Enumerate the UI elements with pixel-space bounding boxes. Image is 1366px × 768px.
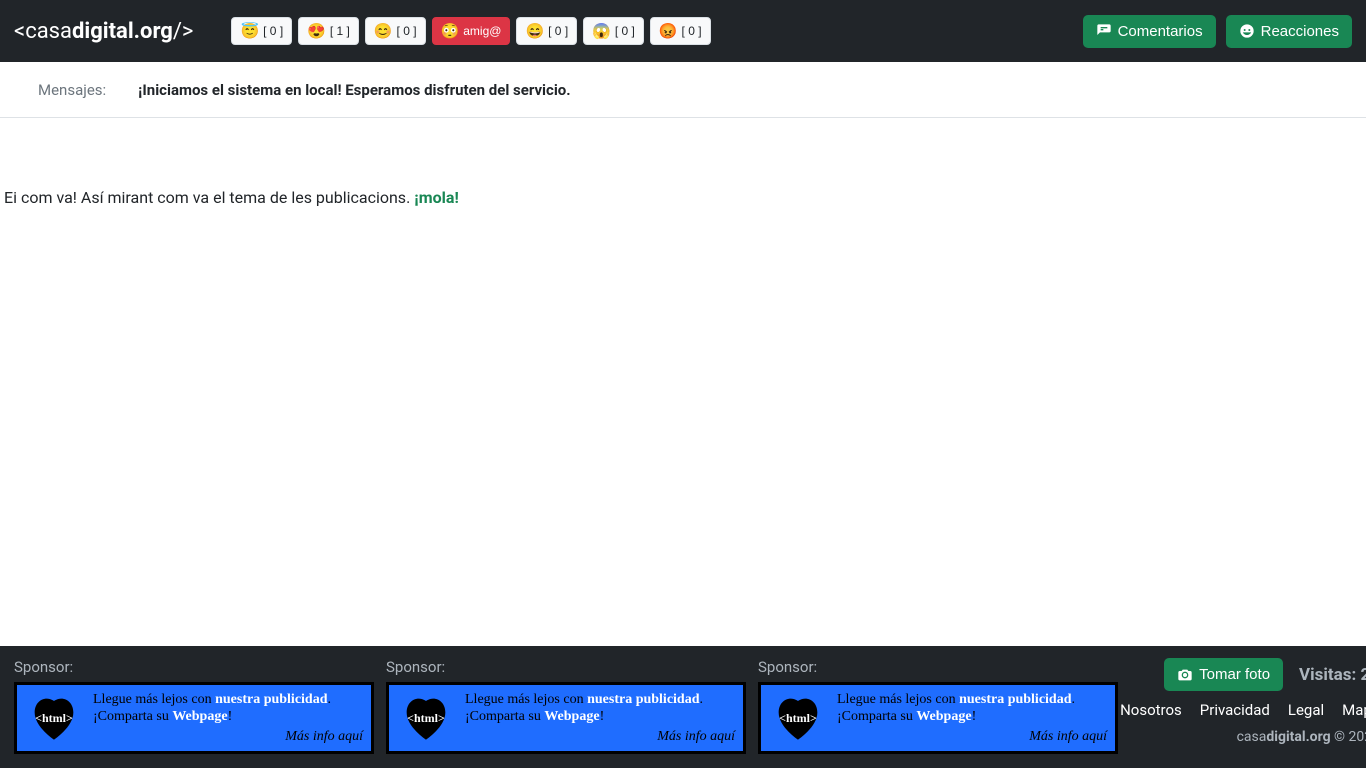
angry-emoji-icon: 😡 [659, 22, 678, 40]
brand-logo[interactable]: < casa digital.org /> [14, 19, 193, 44]
reactions-button[interactable]: Reacciones [1226, 15, 1352, 48]
reaction-count: [ 0 ] [615, 24, 635, 38]
post-text: Ei com va! Así mirant com va el tema de … [4, 188, 414, 207]
hearteyes-emoji-icon: 😍 [307, 22, 326, 40]
reaction-hearteyes-button[interactable]: 😍 [ 1 ] [298, 17, 359, 45]
brand-prefix: < [14, 19, 25, 44]
sponsor-banner[interactable]: <html> Llegue más lejos con nuestra publ… [758, 682, 1118, 754]
take-photo-label: Tomar foto [1199, 666, 1270, 683]
flushed-emoji-icon: 😳 [441, 22, 460, 40]
sponsor-slot: Sponsor: <html> Llegue más lejos con nue… [758, 658, 1118, 754]
messages-label: Mensajes: [38, 81, 106, 99]
brand-suffix: /> [173, 19, 194, 44]
comments-icon [1096, 23, 1112, 39]
sponsor-label: Sponsor: [758, 658, 1118, 676]
reaction-flushed-button[interactable]: 😳 amig@ [432, 17, 511, 45]
footer-link-legal[interactable]: Legal [1288, 701, 1324, 719]
visits-counter: Visitas: 24 [1299, 665, 1366, 685]
reaction-count: [ 0 ] [548, 24, 568, 38]
post-highlight: ¡mola! [414, 188, 459, 207]
sponsor-text: Llegue más lejos con nuestra publicidad.… [93, 691, 363, 746]
footer-links: Nosotros Privacidad Legal Mapa [1120, 701, 1366, 719]
heart-html-text: <html> [35, 711, 73, 726]
scream-emoji-icon: 😱 [592, 22, 611, 40]
messages-text: ¡Iniciamos el sistema en local! Esperamo… [138, 81, 570, 99]
reaction-count: [ 1 ] [330, 24, 350, 38]
sponsor-text: Llegue más lejos con nuestra publicidad.… [465, 691, 735, 746]
navbar: < casa digital.org /> 😇 [ 0 ] 😍 [ 1 ] 😊 … [0, 0, 1366, 62]
footer-right: Tomar foto Visitas: 24 Nosotros Privacid… [1130, 658, 1366, 745]
smile-icon [1239, 23, 1255, 39]
post-content: Ei com va! Así mirant com va el tema de … [0, 118, 1366, 207]
take-photo-button[interactable]: Tomar foto [1164, 658, 1283, 691]
reaction-blush-button[interactable]: 😊 [ 0 ] [365, 17, 426, 45]
reaction-angry-button[interactable]: 😡 [ 0 ] [650, 17, 711, 45]
reaction-grin-button[interactable]: 😄 [ 0 ] [516, 17, 577, 45]
reaction-count: [ 0 ] [263, 24, 283, 38]
footer: Sponsor: <html> Llegue más lejos con nue… [0, 646, 1366, 768]
sponsor-label: Sponsor: [14, 658, 374, 676]
brand-thin: casa [25, 19, 72, 44]
reaction-angel-button[interactable]: 😇 [ 0 ] [231, 17, 292, 45]
reactions-label: Reacciones [1261, 23, 1339, 40]
sponsor-banner[interactable]: <html> Llegue más lejos con nuestra publ… [14, 682, 374, 754]
reaction-label: amig@ [463, 24, 501, 38]
heart-html-text: <html> [779, 711, 817, 726]
reaction-count: [ 0 ] [397, 24, 417, 38]
reaction-scream-button[interactable]: 😱 [ 0 ] [583, 17, 644, 45]
reaction-count: [ 0 ] [682, 24, 702, 38]
grin-emoji-icon: 😄 [525, 22, 544, 40]
sponsor-banner[interactable]: <html> Llegue más lejos con nuestra publ… [386, 682, 746, 754]
brand-bold: digital.org [72, 19, 173, 44]
comments-label: Comentarios [1118, 23, 1203, 40]
footer-link-about[interactable]: Nosotros [1120, 701, 1182, 719]
sponsor-label: Sponsor: [386, 658, 746, 676]
footer-link-map[interactable]: Mapa [1342, 701, 1366, 719]
heart-html-text: <html> [407, 711, 445, 726]
sponsor-slot: Sponsor: <html> Llegue más lejos con nue… [386, 658, 746, 754]
camera-icon [1177, 667, 1193, 683]
reaction-bar: 😇 [ 0 ] 😍 [ 1 ] 😊 [ 0 ] 😳 amig@ 😄 [ 0 ] … [231, 17, 710, 45]
blush-emoji-icon: 😊 [374, 22, 393, 40]
footer-link-privacy[interactable]: Privacidad [1200, 701, 1270, 719]
sponsor-text: Llegue más lejos con nuestra publicidad.… [837, 691, 1107, 746]
angel-emoji-icon: 😇 [240, 22, 259, 40]
sponsor-slot: Sponsor: <html> Llegue más lejos con nue… [14, 658, 374, 754]
messages-bar: Mensajes: ¡Iniciamos el sistema en local… [0, 62, 1366, 118]
comments-button[interactable]: Comentarios [1083, 15, 1216, 48]
copyright: casadigital.org © 2023 [1237, 729, 1366, 745]
